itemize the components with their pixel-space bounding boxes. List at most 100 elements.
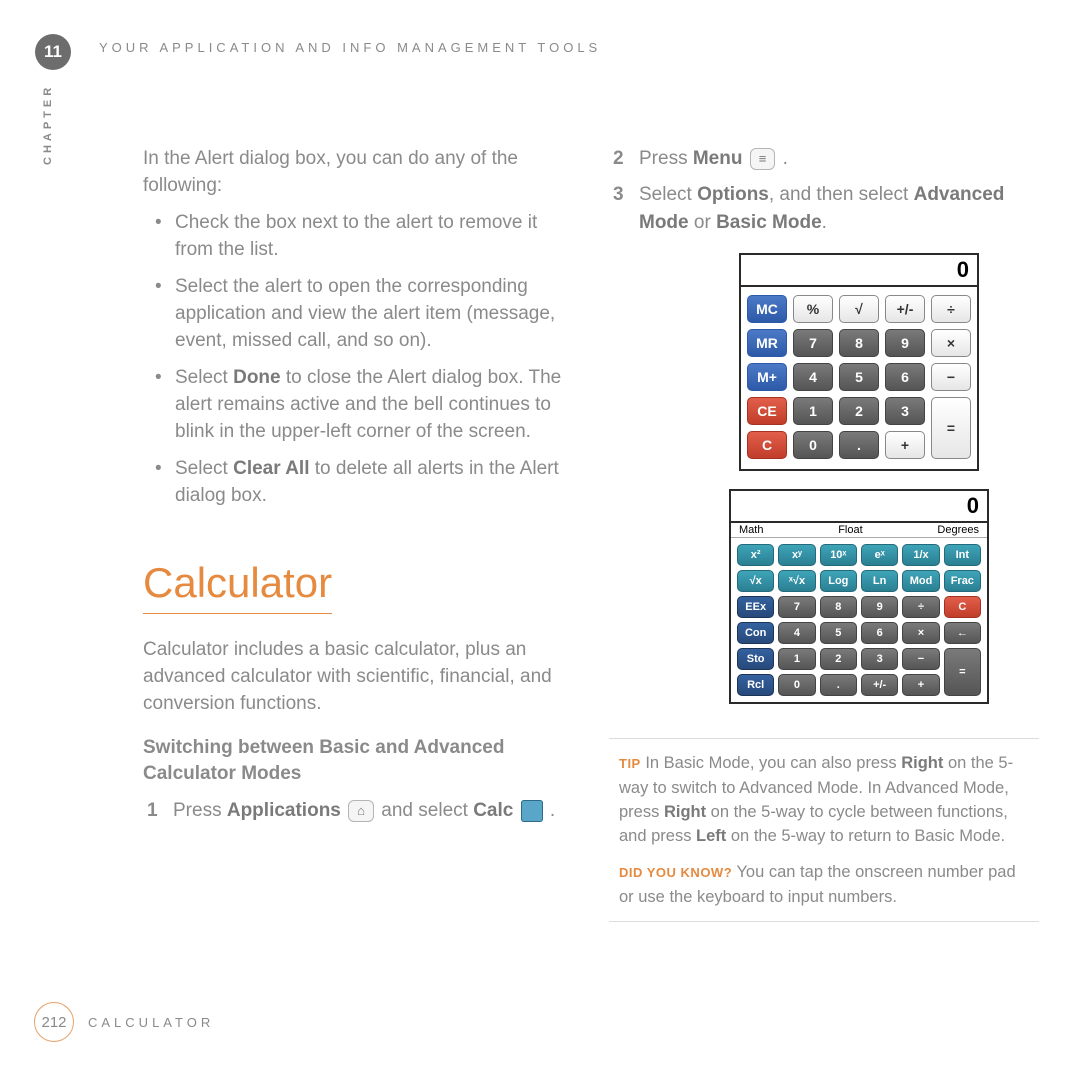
- key-a4[interactable]: 4: [778, 622, 815, 644]
- key-2[interactable]: 2: [839, 397, 879, 425]
- key-a2[interactable]: 2: [820, 648, 857, 670]
- key-asign[interactable]: +/-: [861, 674, 898, 696]
- key-percent[interactable]: %: [793, 295, 833, 323]
- key-dot[interactable]: .: [839, 431, 879, 459]
- tip-paragraph: TIP In Basic Mode, you can also press Ri…: [619, 751, 1029, 848]
- text: In Basic Mode, you can also press: [641, 754, 901, 772]
- calc-app-icon: [521, 800, 543, 822]
- key-aminus[interactable]: −: [902, 648, 939, 670]
- key-plus[interactable]: +: [885, 431, 925, 459]
- key-5[interactable]: 5: [839, 363, 879, 391]
- tip-label: TIP: [619, 756, 641, 771]
- key-eex[interactable]: EEx: [737, 596, 774, 618]
- advanced-calculator: 0 Math Float Degrees x² xʸ 10ˣ eˣ 1/x In…: [729, 489, 989, 704]
- key-10x[interactable]: 10ˣ: [820, 544, 857, 566]
- bold-options: Options: [697, 184, 769, 205]
- text: .: [822, 212, 827, 233]
- mode-float[interactable]: Float: [838, 524, 862, 536]
- key-aequals[interactable]: =: [944, 648, 981, 696]
- key-a7[interactable]: 7: [778, 596, 815, 618]
- text: and select: [381, 800, 473, 821]
- key-xy[interactable]: xʸ: [778, 544, 815, 566]
- key-9[interactable]: 9: [885, 329, 925, 357]
- key-7[interactable]: 7: [793, 329, 833, 357]
- alert-intro: In the Alert dialog box, you can do any …: [143, 145, 573, 199]
- key-mc[interactable]: MC: [747, 295, 787, 323]
- key-ac[interactable]: C: [944, 596, 981, 618]
- key-a9[interactable]: 9: [861, 596, 898, 618]
- alert-bullet-list: Check the box next to the alert to remov…: [143, 209, 573, 509]
- mode-degrees[interactable]: Degrees: [937, 524, 979, 536]
- key-adiv[interactable]: ÷: [902, 596, 939, 618]
- text: Select: [639, 184, 697, 205]
- key-sto[interactable]: Sto: [737, 648, 774, 670]
- key-int[interactable]: Int: [944, 544, 981, 566]
- adv-calc-display: 0: [731, 491, 987, 523]
- text: , and then select: [769, 184, 914, 205]
- key-frac[interactable]: Frac: [944, 570, 981, 592]
- basic-calc-display: 0: [741, 255, 977, 287]
- key-a1[interactable]: 1: [778, 648, 815, 670]
- key-multiply[interactable]: ×: [931, 329, 971, 357]
- did-you-know-paragraph: DID YOU KNOW? You can tap the onscreen n…: [619, 860, 1029, 909]
- section-title-calculator: Calculator: [143, 559, 332, 614]
- key-6[interactable]: 6: [885, 363, 925, 391]
- text: Select: [175, 367, 233, 388]
- key-ln[interactable]: Ln: [861, 570, 898, 592]
- right-column: Press Menu . Select Options, and then se…: [609, 145, 1039, 1000]
- subheading-switching-modes: Switching between Basic and Advanced Cal…: [143, 735, 573, 787]
- bold-basic-mode: Basic Mode: [716, 212, 822, 233]
- bold-calc: Calc: [473, 800, 513, 821]
- page-number: 212: [34, 1002, 74, 1042]
- key-c[interactable]: C: [747, 431, 787, 459]
- steps-list-left: Press Applications and select Calc .: [143, 797, 573, 825]
- chapter-vertical-label: CHAPTER: [42, 84, 54, 165]
- text: .: [777, 148, 788, 169]
- key-a6[interactable]: 6: [861, 622, 898, 644]
- key-minus[interactable]: −: [931, 363, 971, 391]
- key-0[interactable]: 0: [793, 431, 833, 459]
- key-ce[interactable]: CE: [747, 397, 787, 425]
- key-mr[interactable]: MR: [747, 329, 787, 357]
- bullet-item: Select Done to close the Alert dialog bo…: [143, 364, 573, 445]
- bullet-item: Check the box next to the alert to remov…: [143, 209, 573, 263]
- key-amul[interactable]: ×: [902, 622, 939, 644]
- key-sqrtx[interactable]: √x: [737, 570, 774, 592]
- running-head: YOUR APPLICATION AND INFO MANAGEMENT TOO…: [99, 40, 601, 55]
- key-4[interactable]: 4: [793, 363, 833, 391]
- key-xrootx[interactable]: ˣ√x: [778, 570, 815, 592]
- key-log[interactable]: Log: [820, 570, 857, 592]
- key-ex[interactable]: eˣ: [861, 544, 898, 566]
- key-equals[interactable]: =: [931, 397, 971, 459]
- key-a8[interactable]: 8: [820, 596, 857, 618]
- key-rcl[interactable]: Rcl: [737, 674, 774, 696]
- key-inv[interactable]: 1/x: [902, 544, 939, 566]
- key-mod[interactable]: Mod: [902, 570, 939, 592]
- key-mplus[interactable]: M+: [747, 363, 787, 391]
- key-x2[interactable]: x²: [737, 544, 774, 566]
- key-a0[interactable]: 0: [778, 674, 815, 696]
- key-sign[interactable]: +/-: [885, 295, 925, 323]
- step-3: Select Options, and then select Advanced…: [609, 181, 1039, 237]
- key-sqrt[interactable]: √: [839, 295, 879, 323]
- key-divide[interactable]: ÷: [931, 295, 971, 323]
- left-column: In the Alert dialog box, you can do any …: [143, 145, 573, 1000]
- chapter-number-badge: 11: [35, 34, 71, 70]
- key-aplus[interactable]: +: [902, 674, 939, 696]
- text: Press: [173, 800, 227, 821]
- bold-right: Right: [901, 754, 943, 772]
- adv-calc-keypad: x² xʸ 10ˣ eˣ 1/x Int √x ˣ√x Log Ln Mod F…: [731, 538, 987, 702]
- key-con[interactable]: Con: [737, 622, 774, 644]
- steps-list-right: Press Menu . Select Options, and then se…: [609, 145, 1039, 237]
- key-1[interactable]: 1: [793, 397, 833, 425]
- key-8[interactable]: 8: [839, 329, 879, 357]
- key-adot[interactable]: .: [820, 674, 857, 696]
- mode-math[interactable]: Math: [739, 524, 763, 536]
- key-3[interactable]: 3: [885, 397, 925, 425]
- tip-callout: TIP In Basic Mode, you can also press Ri…: [609, 738, 1039, 922]
- bold-menu: Menu: [693, 148, 743, 169]
- text: on the 5-way to return to Basic Mode.: [726, 827, 1005, 845]
- key-a5[interactable]: 5: [820, 622, 857, 644]
- key-back[interactable]: ←: [944, 622, 981, 644]
- key-a3[interactable]: 3: [861, 648, 898, 670]
